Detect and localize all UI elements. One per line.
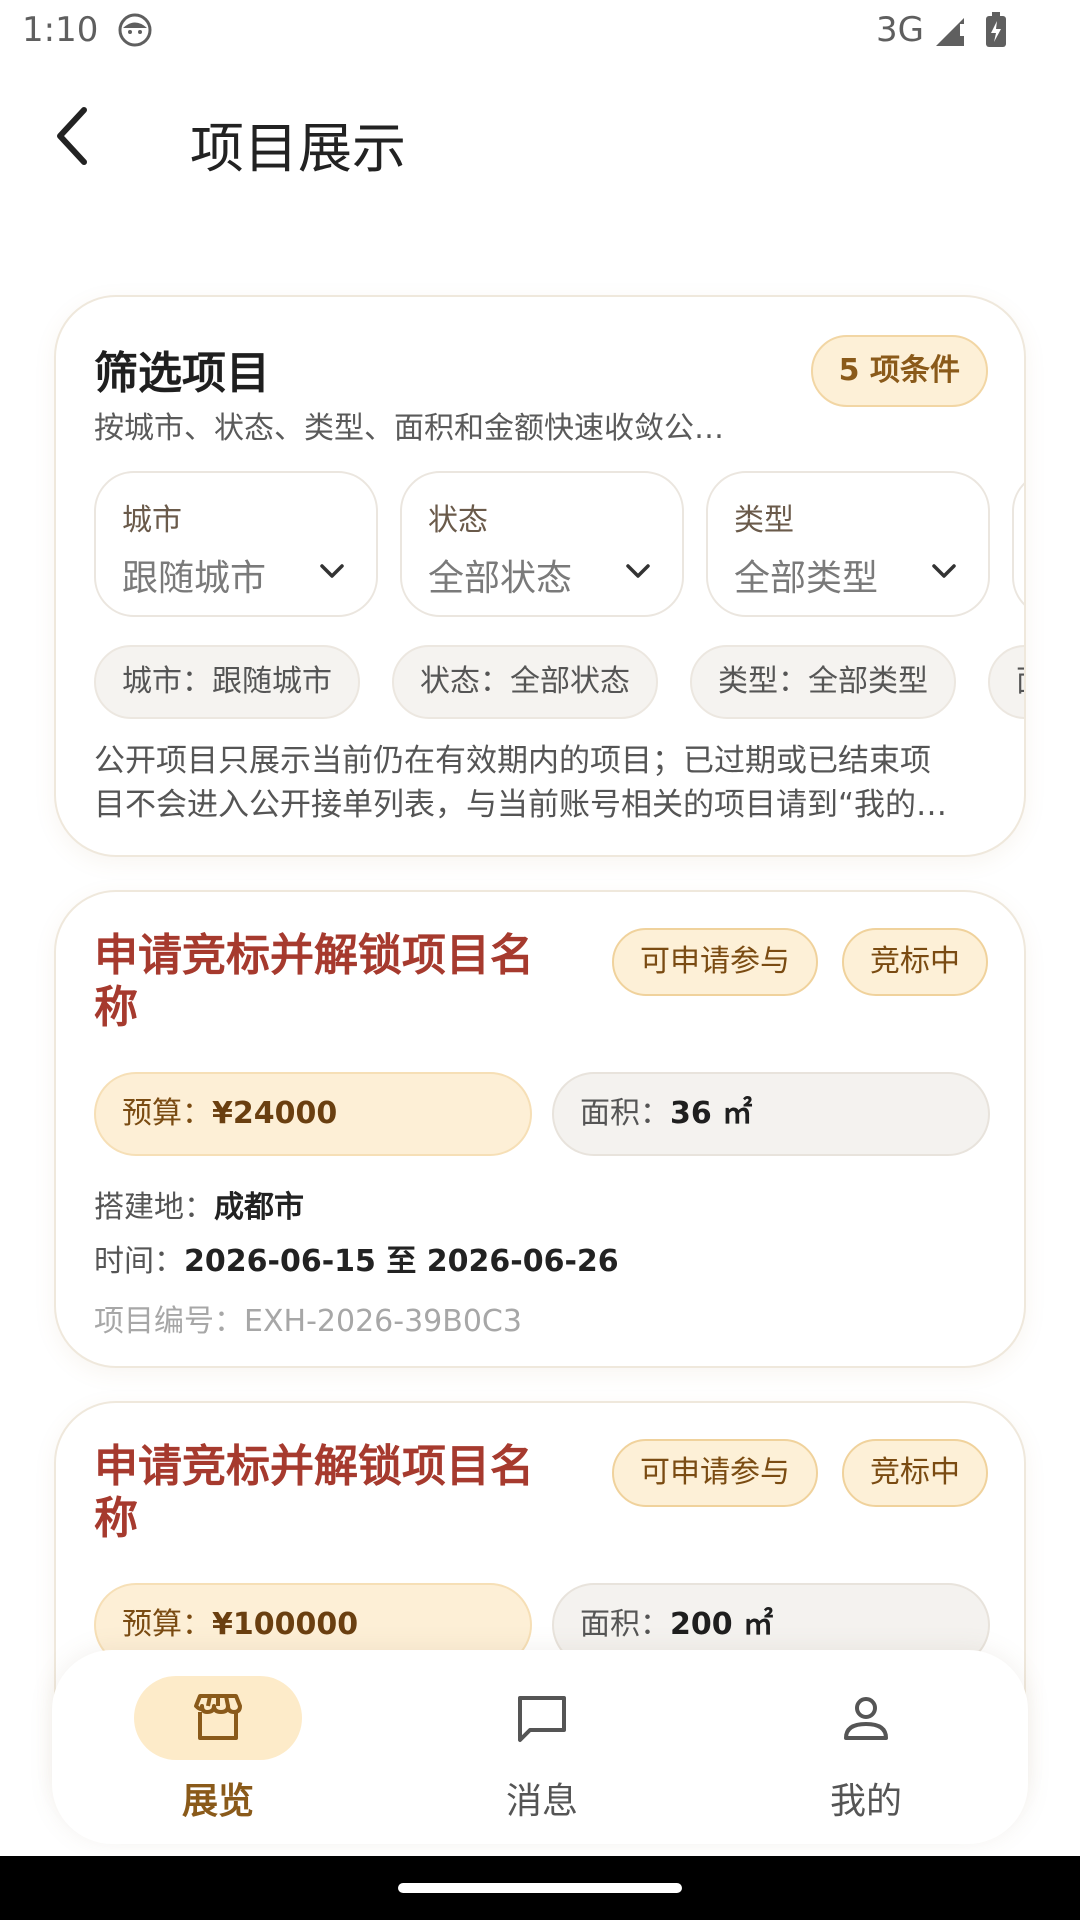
nav-item-profile[interactable]: 我的 <box>746 1650 986 1844</box>
area-value: 200 ㎡ <box>670 1607 774 1642</box>
project-time: 时间：2026-06-15 至 2026-06-26 <box>94 1236 619 1280</box>
dropdown-label: 状态 <box>428 503 488 538</box>
code-value: EXH-2026-39B0C3 <box>244 1304 522 1339</box>
budget-label: 预算： <box>122 1096 212 1131</box>
app-bar: 项目展示 <box>0 64 1080 214</box>
nav-icon-container <box>458 1676 626 1760</box>
filter-note: 公开项目只展示当前仍在有效期内的项目；已过期或已结束项 目不会进入公开接单列表，… <box>94 739 994 827</box>
chevron-down-icon <box>932 564 956 578</box>
page-title: 项目展示 <box>190 117 406 180</box>
budget-value: ¥24000 <box>212 1096 338 1131</box>
bidding-status-tag: 竞标中 <box>842 928 988 996</box>
project-code: 项目编号：EXH-2026-39B0C3 <box>94 1296 522 1340</box>
status-time: 1:10 <box>22 10 99 50</box>
project-title: 申请竞标并解锁项目名 称 <box>94 1441 564 1545</box>
dropdown-label: 类型 <box>734 503 794 538</box>
nav-label: 消息 <box>505 1781 578 1822</box>
location-value: 成都市 <box>214 1190 304 1225</box>
status-bar: 1:10 3G <box>0 0 1080 64</box>
area-value: 36 ㎡ <box>670 1096 753 1131</box>
apply-tag: 可申请参与 <box>612 928 818 996</box>
nav-item-messages[interactable]: 消息 <box>422 1650 662 1844</box>
home-gesture-handle[interactable] <box>398 1883 682 1893</box>
budget-value: ¥100000 <box>212 1607 359 1642</box>
area-label: 面积： <box>580 1607 670 1642</box>
message-icon <box>518 1696 566 1742</box>
project-title-line: 申请竞标并解锁项目名 <box>94 1441 534 1492</box>
filter-chip[interactable]: 状态：全部状态 <box>392 645 658 719</box>
area-pill: 面积：36 ㎡ <box>552 1072 990 1156</box>
battery-icon <box>986 12 1006 47</box>
code-label: 项目编号： <box>94 1304 244 1339</box>
project-title-line: 称 <box>94 1493 138 1544</box>
area-label: 面积： <box>580 1096 670 1131</box>
city-dropdown[interactable]: 城市 跟随城市 <box>94 471 378 617</box>
note-line: 目不会进入公开接单列表，与当前账号相关的项目请到“我的… <box>94 787 948 823</box>
system-gesture-bar <box>0 1856 1080 1920</box>
app-notification-icon <box>118 13 152 47</box>
chevron-down-icon <box>626 564 650 578</box>
person-icon <box>844 1697 888 1740</box>
project-title-line: 称 <box>94 982 138 1033</box>
area-dropdown[interactable]: 面积 不限 <box>1012 471 1024 617</box>
budget-label: 预算： <box>122 1607 212 1642</box>
nav-active-indicator <box>134 1676 302 1760</box>
bidding-status-tag: 竞标中 <box>842 1439 988 1507</box>
time-value: 2026-06-15 至 2026-06-26 <box>184 1244 619 1279</box>
type-dropdown[interactable]: 类型 全部类型 <box>706 471 990 617</box>
status-dropdown[interactable]: 状态 全部状态 <box>400 471 684 617</box>
chevron-down-icon <box>320 564 344 578</box>
store-icon <box>194 1694 242 1740</box>
project-card[interactable]: 申请竞标并解锁项目名 称 可申请参与 竞标中 预算：¥24000 面积：36 ㎡… <box>54 890 1026 1368</box>
back-arrow-icon[interactable] <box>48 104 98 168</box>
location-label: 搭建地： <box>94 1190 214 1225</box>
nav-label: 展览 <box>181 1781 254 1822</box>
filter-title: 筛选项目 <box>94 348 270 399</box>
nav-item-exhibition[interactable]: 展览 <box>98 1650 338 1844</box>
project-title-line: 申请竞标并解锁项目名 <box>94 930 534 981</box>
filter-chip[interactable]: 城市：跟随城市 <box>94 645 360 719</box>
dropdown-value: 跟随城市 <box>122 558 267 599</box>
signal-icon <box>936 18 964 46</box>
dropdown-value: 全部类型 <box>734 558 879 599</box>
project-location: 搭建地：成都市 <box>94 1182 304 1226</box>
nav-icon-container <box>782 1676 950 1760</box>
dropdown-value: 全部状态 <box>428 558 573 599</box>
apply-tag: 可申请参与 <box>612 1439 818 1507</box>
budget-pill: 预算：¥24000 <box>94 1072 532 1156</box>
filter-dropdown-row: 城市 跟随城市 状态 全部状态 类型 全部类型 面积 不限 <box>94 471 1024 621</box>
nav-label: 我的 <box>829 1781 902 1822</box>
filter-chip[interactable]: 类型：全部类型 <box>690 645 956 719</box>
note-line: 公开项目只展示当前仍在有效期内的项目；已过期或已结束项 <box>94 743 931 779</box>
time-label: 时间： <box>94 1244 184 1279</box>
conditions-badge[interactable]: 5 项条件 <box>810 335 988 407</box>
filter-chip[interactable]: 面积 <box>988 645 1024 719</box>
filter-card: 筛选项目 按城市、状态、类型、面积和金额快速收敛公… 5 项条件 城市 跟随城市… <box>54 295 1026 857</box>
project-title: 申请竞标并解锁项目名 称 <box>94 930 564 1034</box>
active-filter-chips: 城市：跟随城市 状态：全部状态 类型：全部类型 面积 <box>94 645 1024 721</box>
filter-subtitle: 按城市、状态、类型、面积和金额快速收敛公… <box>94 411 724 446</box>
bottom-navigation: 展览 消息 我的 <box>52 1650 1028 1844</box>
network-type: 3G <box>876 10 924 50</box>
dropdown-label: 城市 <box>122 503 182 538</box>
